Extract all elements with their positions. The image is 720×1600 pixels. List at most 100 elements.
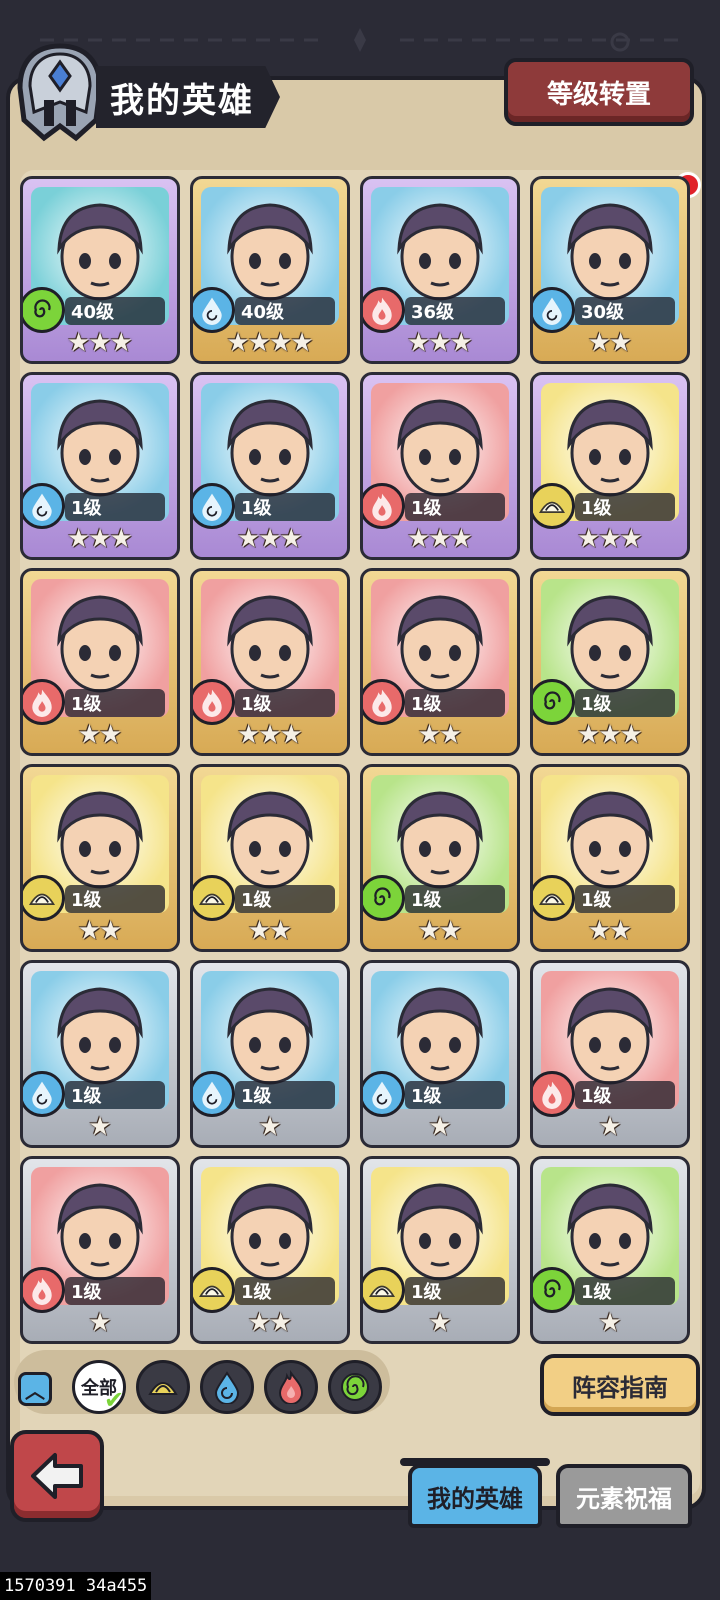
hero-level: 1级 — [235, 1081, 335, 1109]
hero-card[interactable]: 1级 ★ ★ — [20, 764, 180, 952]
back-button[interactable] — [10, 1430, 104, 1522]
hero-stars: ★ ★ ★ — [23, 523, 177, 555]
hero-card[interactable]: 1级 ★ ★ ★ — [530, 568, 690, 756]
star-icon: ★ — [598, 524, 622, 554]
hero-card[interactable]: 1级 ★ — [360, 1156, 520, 1344]
hero-stars: ★ — [363, 1307, 517, 1339]
hero-level: 1级 — [405, 1277, 505, 1305]
star-icon: ★ — [587, 916, 611, 946]
star-icon: ★ — [428, 1112, 452, 1142]
hero-level: 1级 — [65, 885, 165, 913]
level-transfer-label: 等级转置 — [546, 79, 651, 110]
star-icon: ★ — [577, 524, 601, 554]
star-icon: ★ — [258, 1112, 282, 1142]
star-icon: ★ — [439, 720, 463, 750]
star-icon: ★ — [99, 720, 123, 750]
hero-level: 1级 — [65, 493, 165, 521]
hero-card[interactable]: 40级 ★ ★ ★ ★ — [190, 176, 350, 364]
hero-card[interactable]: 1级 ★ ★ — [360, 764, 520, 952]
hero-level: 1级 — [65, 689, 165, 717]
star-icon: ★ — [237, 524, 261, 554]
hero-level: 1级 — [405, 689, 505, 717]
wind-icon — [341, 1373, 369, 1401]
hero-card[interactable]: 1级 ★ — [530, 960, 690, 1148]
hero-level: 1级 — [235, 493, 335, 521]
filter-wind-button[interactable] — [328, 1360, 382, 1414]
hero-stars: ★ ★ ★ — [23, 327, 177, 359]
star-icon: ★ — [67, 328, 91, 358]
hero-level: 1级 — [575, 1277, 675, 1305]
lineup-guide-button[interactable]: 阵容指南 — [540, 1354, 700, 1416]
hero-card[interactable]: 1级 ★ — [360, 960, 520, 1148]
star-icon: ★ — [99, 916, 123, 946]
hero-stars: ★ ★ — [193, 915, 347, 947]
hero-card[interactable]: 30级 ★ ★ — [530, 176, 690, 364]
hero-card[interactable]: 1级 ★ ★ ★ — [190, 372, 350, 560]
filter-earth-button[interactable] — [136, 1360, 190, 1414]
hero-card[interactable]: 1级 ★ ★ ★ — [190, 568, 350, 756]
hero-card[interactable]: 1级 ★ — [190, 960, 350, 1148]
star-icon: ★ — [109, 328, 133, 358]
star-icon: ★ — [247, 1308, 271, 1338]
hero-card[interactable]: 1级 ★ ★ — [360, 568, 520, 756]
hero-stars: ★ ★ — [23, 719, 177, 751]
star-icon: ★ — [407, 524, 431, 554]
star-icon: ★ — [449, 328, 473, 358]
hero-stars: ★ ★ ★ — [363, 523, 517, 555]
hero-stars: ★ ★ ★ — [533, 719, 687, 751]
hero-card[interactable]: 40级 ★ ★ ★ — [20, 176, 180, 364]
hero-stars: ★ — [193, 1111, 347, 1143]
hero-level: 1级 — [575, 1081, 675, 1109]
star-icon: ★ — [587, 328, 611, 358]
hero-card[interactable]: 1级 ★ ★ — [190, 764, 350, 952]
hero-level: 36级 — [405, 297, 505, 325]
hero-level: 1级 — [575, 689, 675, 717]
star-icon: ★ — [598, 1112, 622, 1142]
star-icon: ★ — [67, 524, 91, 554]
filter-water-button[interactable] — [200, 1360, 254, 1414]
hero-card[interactable]: 1级 ★ — [20, 1156, 180, 1344]
water-icon — [214, 1371, 240, 1404]
hero-card[interactable]: 1级 ★ — [20, 960, 180, 1148]
tab-element-blessing[interactable]: 元素祝福 — [556, 1464, 692, 1528]
collapse-toggle-button[interactable]: ︿ — [18, 1372, 52, 1406]
hero-level: 1级 — [235, 1277, 335, 1305]
page-title-text: 我的英雄 — [110, 80, 254, 121]
tab-element-blessing-label: 元素祝福 — [576, 1484, 672, 1513]
star-icon: ★ — [619, 720, 643, 750]
star-icon: ★ — [88, 328, 112, 358]
hero-card[interactable]: 1级 ★ — [530, 1156, 690, 1344]
hero-card[interactable]: 1级 ★ ★ — [190, 1156, 350, 1344]
star-icon: ★ — [247, 328, 271, 358]
back-arrow-icon — [31, 1453, 83, 1499]
helmet-icon — [17, 43, 103, 142]
tab-my-heroes[interactable]: 我的英雄 — [408, 1464, 542, 1528]
fire-icon — [278, 1370, 304, 1404]
checkmark-icon: ✔ — [104, 1386, 125, 1414]
hero-card[interactable]: 36级 ★ ★ ★ — [360, 176, 520, 364]
hero-card[interactable]: 1级 ★ ★ ★ — [360, 372, 520, 560]
star-icon: ★ — [77, 916, 101, 946]
filter-fire-button[interactable] — [264, 1360, 318, 1414]
star-icon: ★ — [407, 328, 431, 358]
star-icon: ★ — [88, 1308, 112, 1338]
hero-level: 1级 — [65, 1081, 165, 1109]
hero-stars: ★ — [533, 1307, 687, 1339]
hero-level: 1级 — [575, 493, 675, 521]
hero-level: 1级 — [575, 885, 675, 913]
tab-my-heroes-label: 我的英雄 — [427, 1484, 523, 1513]
hero-stars: ★ ★ — [363, 719, 517, 751]
hero-card[interactable]: 1级 ★ ★ ★ — [530, 372, 690, 560]
hero-level: 30级 — [575, 297, 675, 325]
star-icon: ★ — [258, 720, 282, 750]
star-icon: ★ — [247, 916, 271, 946]
level-transfer-button[interactable]: 等级转置 — [504, 58, 694, 126]
hero-stars: ★ ★ ★ — [193, 719, 347, 751]
star-icon: ★ — [577, 720, 601, 750]
hero-stars: ★ ★ ★ — [363, 327, 517, 359]
hero-stars: ★ — [533, 1111, 687, 1143]
hero-card[interactable]: 1级 ★ ★ — [530, 764, 690, 952]
hero-card[interactable]: 1级 ★ ★ ★ — [20, 372, 180, 560]
hero-card[interactable]: 1级 ★ ★ — [20, 568, 180, 756]
debug-overlay-text: 1570391 34a455 — [0, 1572, 152, 1600]
